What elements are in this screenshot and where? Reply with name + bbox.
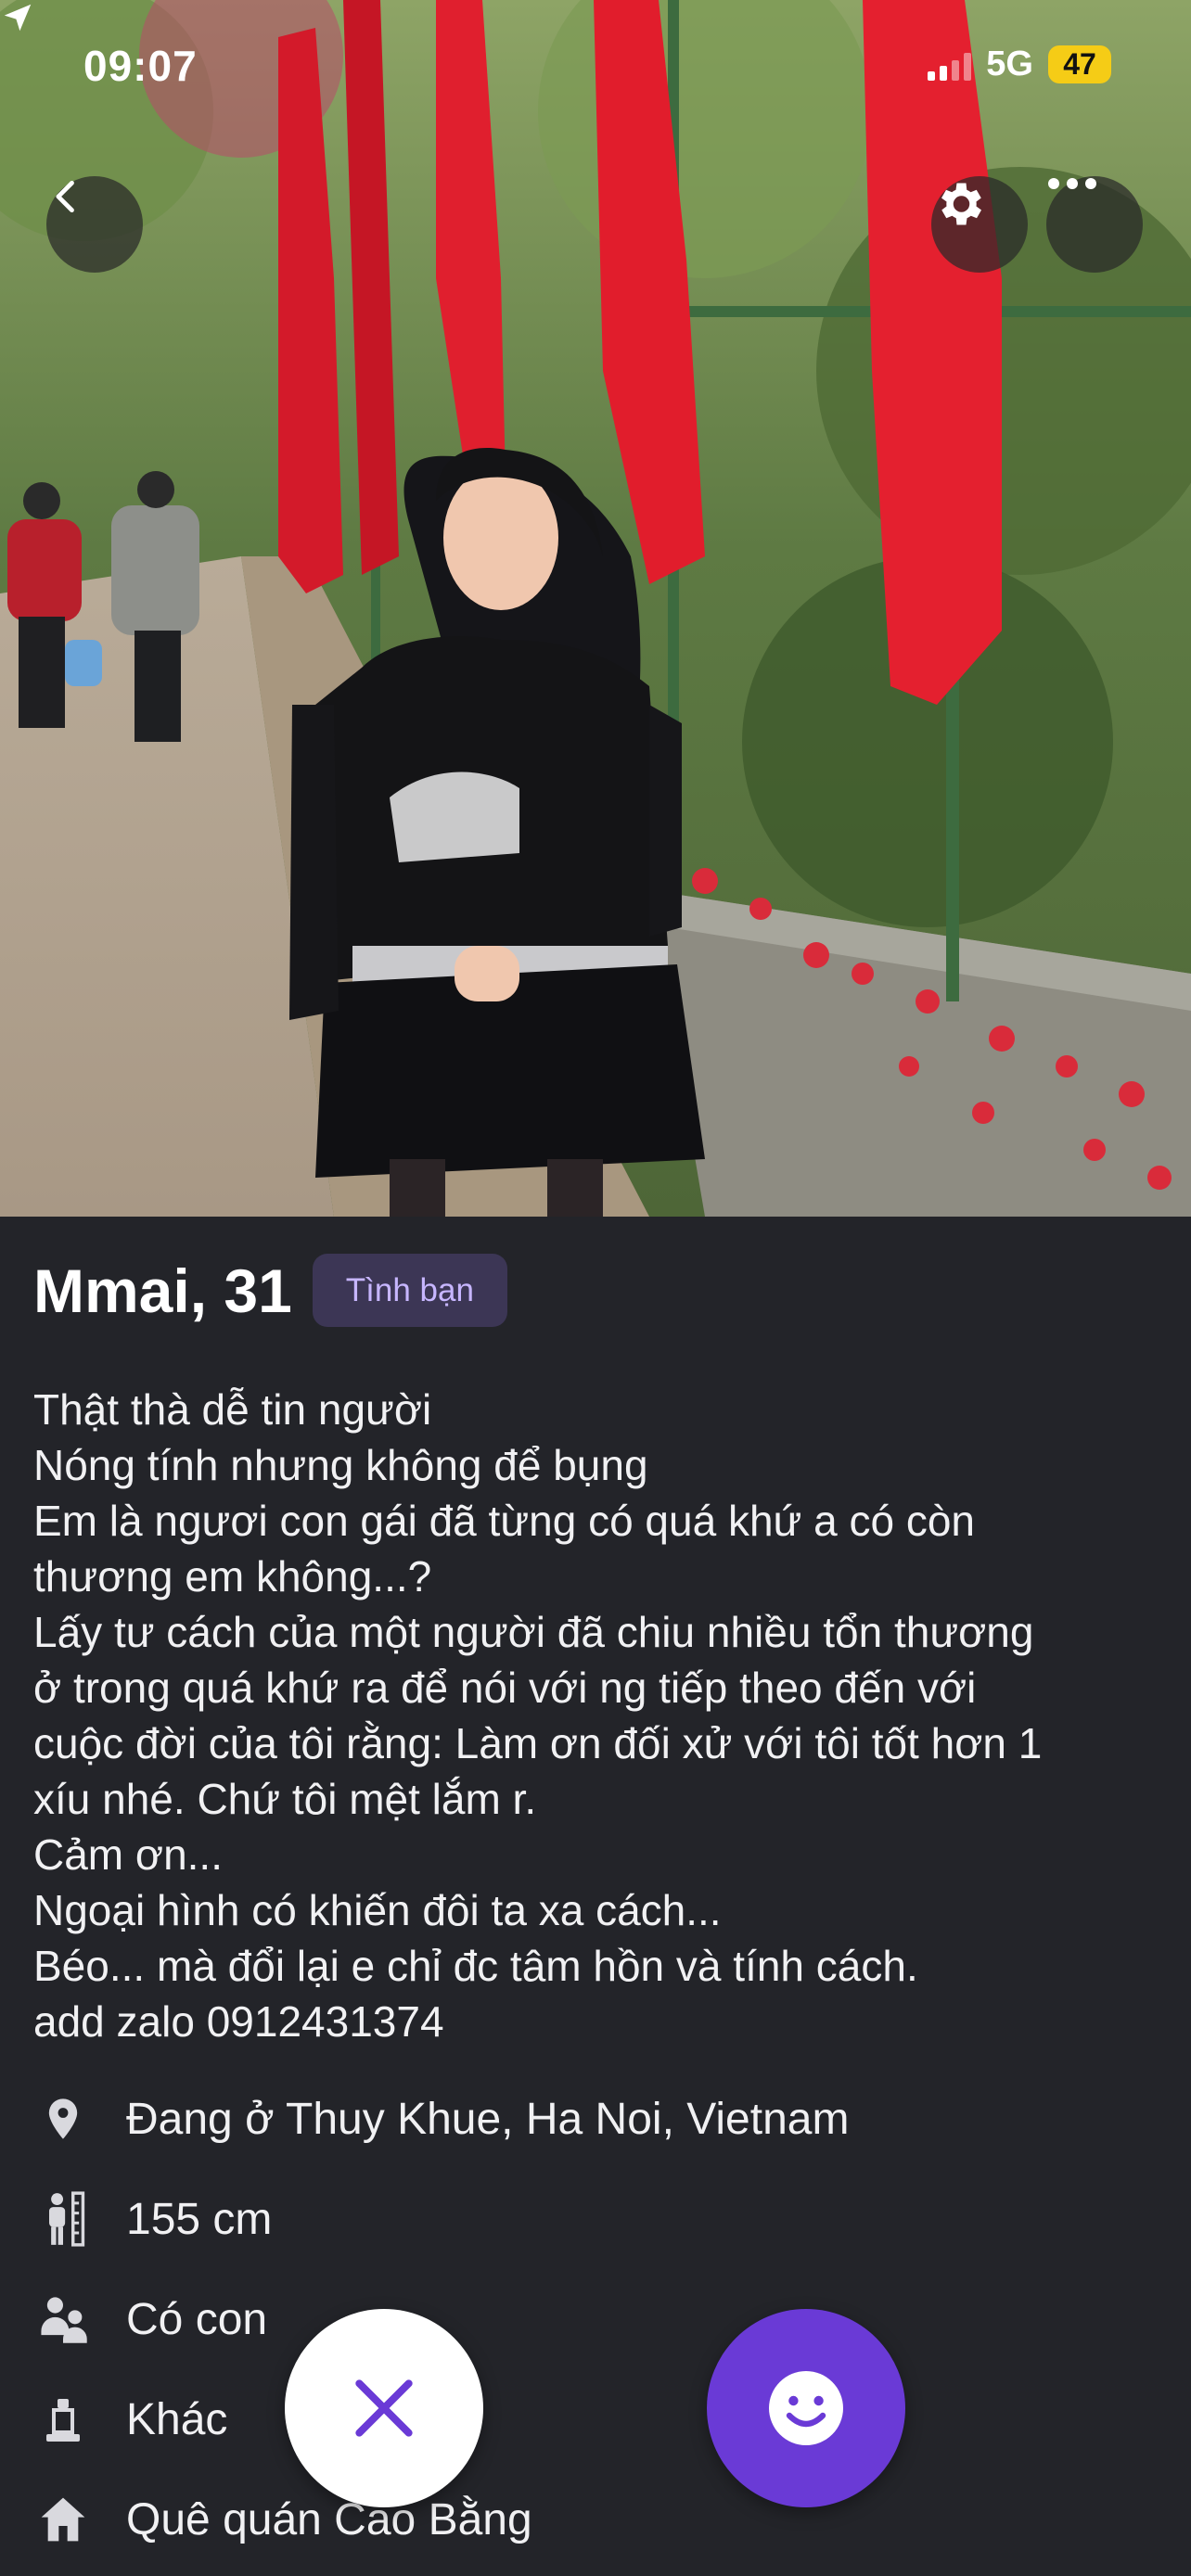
detail-text: Đang ở Thuy Khue, Ha Noi, Vietnam <box>126 2094 850 2144</box>
more-horizontal-icon <box>1048 178 1096 189</box>
smiley-icon <box>769 2371 843 2445</box>
bio-line: thương em không...? <box>33 1552 432 1600</box>
religion-icon <box>33 2390 93 2449</box>
detail-text: Quê quán Cao Bằng <box>126 2494 532 2544</box>
detail-hometown: Quê quán Cao Bằng <box>33 2487 532 2552</box>
bio-line: add zalo 0912431374 <box>33 1997 444 2046</box>
gear-icon <box>941 183 981 225</box>
home-icon <box>33 2490 93 2549</box>
detail-location: Đang ở Thuy Khue, Ha Noi, Vietnam <box>33 2086 849 2151</box>
bio-line: Ngoại hình có khiến đôi ta xa cách... <box>33 1886 722 1934</box>
relationship-goal-badge: Tình bạn <box>312 1254 507 1327</box>
pass-button[interactable] <box>285 2309 483 2507</box>
profile-header: Mmai, 31 Tình bạn <box>33 1254 507 1327</box>
profile-photo[interactable]: 09:07 5G 47 <box>0 0 1191 1217</box>
close-icon <box>355 2379 413 2437</box>
bio-line: Em là ngươi con gái đã từng có quá khứ a… <box>33 1497 976 1545</box>
battery-level: 47 <box>1048 45 1111 83</box>
back-button[interactable] <box>46 176 143 273</box>
profile-bio: Thật thà dễ tin người Nóng tính nhưng kh… <box>33 1382 1165 2049</box>
detail-text: 155 cm <box>126 2194 273 2244</box>
cellular-signal-icon <box>928 49 972 81</box>
location-pin-icon <box>33 2089 93 2149</box>
status-time: 09:07 <box>83 42 198 90</box>
like-button[interactable] <box>707 2309 905 2507</box>
more-options-button[interactable] <box>1046 176 1143 273</box>
profile-name-age: Mmai, 31 <box>33 1256 292 1325</box>
settings-button[interactable] <box>931 176 1028 273</box>
bio-line: Nóng tính nhưng không để bụng <box>33 1441 648 1489</box>
detail-height: 155 cm <box>33 2187 272 2251</box>
bio-line: ở trong quá khứ ra để nói với ng tiếp th… <box>33 1664 977 1712</box>
bio-line: Thật thà dễ tin người <box>33 1385 432 1434</box>
bio-line: Béo... mà đổi lại e chỉ đc tâm hồn và tí… <box>33 1942 918 1990</box>
children-icon <box>33 2289 93 2349</box>
bio-line: Lấy tư cách của một người đã chiu nhiều … <box>33 1608 1034 1656</box>
photo-illustration <box>0 0 1191 1217</box>
chevron-left-icon <box>56 180 74 213</box>
detail-children: Có con <box>33 2287 267 2352</box>
bio-line: xíu nhé. Chứ tôi mệt lắm r. <box>33 1775 537 1823</box>
network-type: 5G <box>986 45 1033 83</box>
height-icon <box>33 2189 93 2249</box>
bio-line: cuộc đời của tôi rằng: Làm ơn đối xử với… <box>33 1719 1043 1767</box>
detail-text: Có con <box>126 2294 268 2344</box>
detail-religion: Khác <box>33 2387 227 2452</box>
detail-text: Khác <box>126 2394 228 2444</box>
bio-line: Cảm ơn... <box>33 1830 223 1879</box>
location-arrow-icon <box>4 4 32 32</box>
status-indicators: 5G 47 <box>928 45 1111 84</box>
